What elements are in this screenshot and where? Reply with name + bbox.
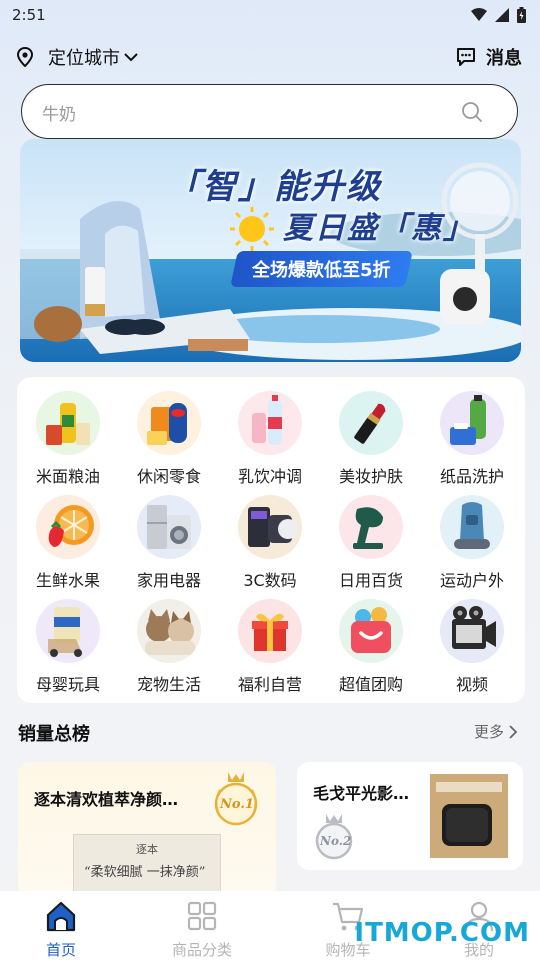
gift-icon (238, 599, 302, 663)
category-item-baby[interactable]: 母婴玩具 (18, 599, 118, 699)
group-buy-icon (339, 599, 403, 663)
category-label: 乳饮冲调 (237, 467, 302, 486)
category-label: 3C数码 (243, 571, 297, 590)
appliance-icon (137, 495, 201, 559)
chevron-right-icon (509, 724, 518, 739)
location-label: 定位城市 (48, 48, 120, 69)
category-item-cosmetics[interactable]: 美妆护肤 (321, 391, 421, 491)
search-bar[interactable]: 牛奶 (21, 84, 518, 139)
category-item-digital[interactable]: 3C数码 (220, 495, 320, 595)
ranking-item-title: 逐本清欢植萃净颜… (34, 790, 179, 809)
category-label: 美妆护肤 (338, 467, 403, 486)
banner-headline-2: 夏日盛「惠」 (283, 211, 475, 246)
wifi-icon (471, 8, 487, 21)
location-pin-icon (16, 47, 34, 67)
tab-label: 商品分类 (171, 941, 232, 959)
location-selector[interactable]: 定位城市 (16, 44, 138, 70)
product-slogan: “柔软细腻 一抹净颜” (84, 865, 206, 880)
category-item-grain-oil[interactable]: 米面粮油 (18, 391, 118, 491)
status-time: 2:51 (12, 6, 46, 24)
ranking-item-image (430, 774, 508, 858)
category-label: 日用百货 (338, 571, 403, 590)
category-item-drinks[interactable]: 乳饮冲调 (220, 391, 320, 491)
category-item-fruit[interactable]: 生鲜水果 (18, 495, 118, 595)
rank-badge-1: No.1 (210, 770, 262, 826)
pet-icon (137, 599, 201, 663)
category-item-snacks[interactable]: 休闲零食 (119, 391, 219, 491)
tab-label: 首页 (45, 941, 76, 959)
battery-icon (517, 7, 526, 23)
rank-badge-label: No.1 (220, 797, 254, 812)
tab-category[interactable]: 商品分类 (147, 899, 257, 960)
category-item-pet[interactable]: 宠物生活 (119, 599, 219, 699)
category-label: 母婴玩具 (35, 675, 100, 694)
category-label: 福利自营 (237, 675, 302, 694)
chevron-down-icon (124, 53, 138, 62)
category-item-gift[interactable]: 福利自营 (220, 599, 320, 699)
category-item-group-buy[interactable]: 超值团购 (321, 599, 421, 699)
category-label: 纸品洗护 (439, 467, 504, 486)
fruit-icon (36, 495, 100, 559)
tab-home[interactable]: 首页 (6, 899, 116, 960)
promo-banner[interactable]: 「智」能升级 夏日盛「惠」 全场爆款低至5折 (20, 139, 521, 362)
video-icon (440, 599, 504, 663)
cosmetics-icon (339, 391, 403, 455)
category-icon (187, 901, 217, 931)
banner-promo-text: 全场爆款低至5折 (252, 260, 391, 281)
ranking-card-1[interactable]: 逐本清欢植萃净颜… No.1 逐本 “柔软细腻 一抹净颜” (18, 762, 276, 902)
category-item-daily-goods[interactable]: 日用百货 (321, 495, 421, 595)
banner-headline-1: 「智」能升级 (166, 167, 382, 207)
message-icon (457, 48, 475, 66)
search-placeholder: 牛奶 (42, 105, 76, 125)
signal-icon (495, 8, 509, 22)
ranking-card-2[interactable]: 毛戈平光影… No.2 (297, 762, 523, 870)
section-title-ranking: 销量总榜 (18, 724, 90, 745)
category-label: 休闲零食 (136, 467, 201, 486)
banner-promo-pill: 全场爆款低至5折 (230, 251, 413, 287)
category-label: 米面粮油 (35, 467, 100, 486)
home-icon (46, 901, 76, 932)
product-brand: 逐本 (136, 843, 158, 856)
grain-oil-icon (36, 391, 100, 455)
search-icon[interactable] (461, 101, 483, 123)
snacks-icon (137, 391, 201, 455)
watermark: ITMOP.COM (354, 918, 530, 948)
category-label: 运动户外 (439, 571, 504, 590)
more-link[interactable]: 更多 (474, 721, 518, 742)
messages-label: 消息 (486, 48, 522, 69)
category-item-outdoor[interactable]: 运动户外 (422, 495, 522, 595)
rank-badge-2: No.2 (311, 812, 357, 860)
category-label: 生鲜水果 (35, 571, 100, 590)
daily-goods-icon (339, 495, 403, 559)
top-bar: 定位城市 消息 (0, 38, 540, 74)
category-label: 视频 (455, 675, 488, 694)
messages-button[interactable]: 消息 (456, 44, 522, 70)
category-item-video[interactable]: 视频 (422, 599, 522, 699)
digital-icon (238, 495, 302, 559)
category-item-paper-care[interactable]: 纸品洗护 (422, 391, 522, 491)
status-icons (471, 7, 526, 23)
category-item-appliance[interactable]: 家用电器 (119, 495, 219, 595)
more-label: 更多 (473, 723, 504, 741)
paper-care-icon (440, 391, 504, 455)
rank-badge-label: No.2 (320, 834, 352, 848)
category-label: 超值团购 (338, 675, 403, 694)
drinks-icon (238, 391, 302, 455)
ranking-item-title: 毛戈平光影… (313, 784, 410, 803)
category-grid: 米面粮油 休闲零食 乳饮冲调 美妆护肤 纸品洗护 生鲜水果 家用电器 3C数码 … (17, 377, 525, 703)
baby-icon (36, 599, 100, 663)
outdoor-icon (440, 495, 504, 559)
category-label: 家用电器 (136, 571, 201, 590)
status-bar: 2:51 (0, 0, 540, 32)
category-label: 宠物生活 (136, 675, 201, 694)
